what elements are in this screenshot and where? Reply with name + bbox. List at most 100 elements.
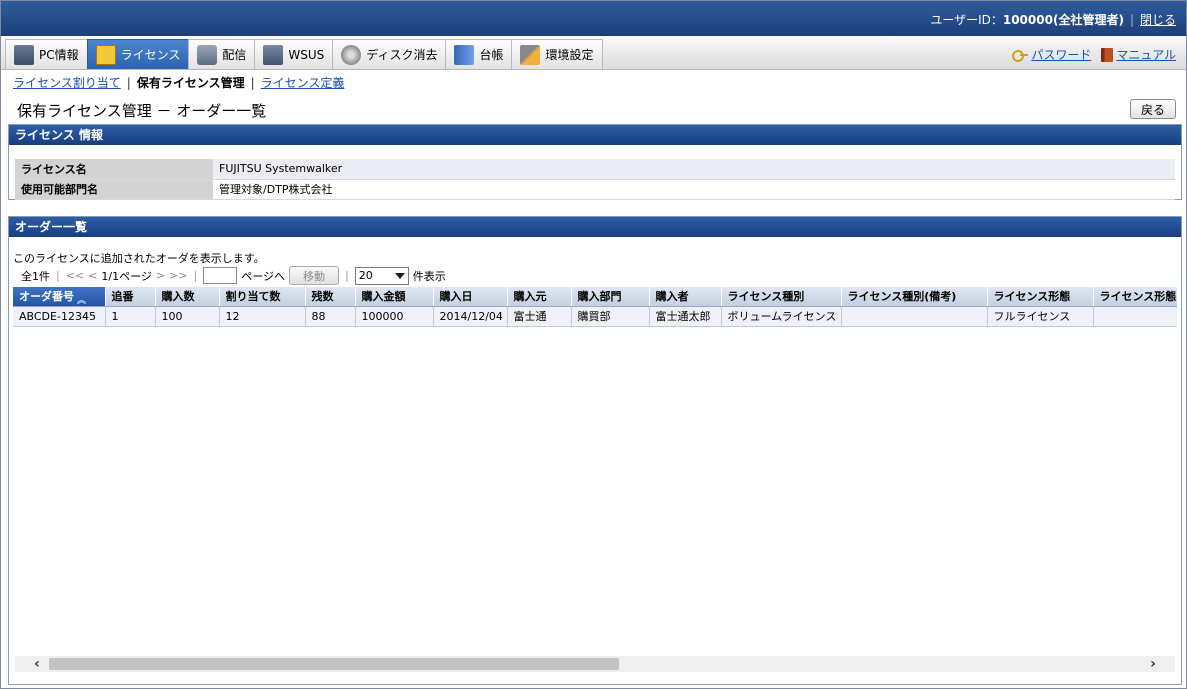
tab-label: 環境設定: [545, 48, 594, 62]
subnav-license-manage: 保有ライセンス管理: [136, 76, 245, 90]
column-header-amount[interactable]: 購入金額: [355, 287, 434, 307]
cell-remaining: 88: [305, 306, 356, 327]
column-header-order-no[interactable]: オーダ番号 ︽: [13, 287, 106, 307]
user-id-label: ユーザーID：: [930, 13, 1003, 27]
page-number-input[interactable]: [203, 267, 238, 284]
cell-license-type-note: [841, 306, 988, 327]
book-icon: [1101, 47, 1114, 62]
cell-seq: 1: [105, 306, 156, 327]
column-label: オーダ番号: [19, 290, 74, 304]
info-value: FUJITSU Systemwalker: [213, 159, 1175, 180]
column-header-purchase-qty[interactable]: 購入数: [155, 287, 220, 307]
tab-pc-info[interactable]: PC情報: [5, 39, 88, 69]
order-table: オーダ番号 ︽ 追番 購入数 割り当て数 残数 購入金額 購入日 購入元 購入部門…: [13, 287, 1177, 327]
scroll-left-icon[interactable]: ‹: [29, 656, 45, 672]
prev-page-link[interactable]: <: [88, 269, 97, 282]
info-value: 管理対象/DTP株式会社: [213, 179, 1175, 200]
column-header-seq[interactable]: 追番: [105, 287, 156, 307]
per-page-suffix: 件表示: [412, 269, 446, 283]
license-info-table: ライセンス名 FUJITSU Systemwalker 使用可能部門名 管理対象…: [15, 159, 1175, 200]
user-info: ユーザーID：100000(全社管理者) | 閉じる: [930, 11, 1176, 28]
close-link[interactable]: 閉じる: [1140, 13, 1176, 27]
tab-ledger[interactable]: 台帳: [445, 39, 513, 69]
tab-label: ディスク消去: [366, 48, 438, 62]
last-page-link[interactable]: >>: [169, 269, 187, 282]
chevron-down-icon: [394, 272, 405, 279]
separator: |: [345, 269, 349, 282]
column-header-license-type-note[interactable]: ライセンス種別(備考): [841, 287, 988, 307]
column-header-vendor[interactable]: 購入元: [507, 287, 572, 307]
tab-wsus[interactable]: WSUS: [254, 39, 334, 69]
column-header-remaining[interactable]: 残数: [305, 287, 356, 307]
distribution-icon: [197, 44, 218, 65]
tab-label: 台帳: [479, 48, 504, 62]
sort-ascending-icon: ︽: [77, 295, 87, 306]
scroll-right-icon[interactable]: ›: [1145, 656, 1161, 672]
pc-icon: [14, 44, 34, 65]
separator: |: [126, 76, 131, 90]
subnav-license-assign[interactable]: ライセンス割り当て: [13, 76, 121, 90]
total-count: 全1件: [21, 269, 50, 283]
sub-navigation: ライセンス割り当て | 保有ライセンス管理 | ライセンス定義: [13, 74, 344, 91]
scrollbar-thumb[interactable]: [49, 658, 619, 670]
page-info: 1/1ページ: [101, 269, 152, 283]
tab-label: ライセンス: [120, 48, 181, 62]
tab-settings[interactable]: 環境設定: [511, 39, 603, 69]
manual-label: マニュアル: [1116, 48, 1176, 62]
tab-license[interactable]: ライセンス: [86, 39, 190, 69]
back-button[interactable]: 戻る: [1130, 99, 1176, 119]
separator: |: [56, 269, 60, 282]
cell-license-form-2: [1093, 306, 1177, 327]
column-header-purchase-date[interactable]: 購入日: [433, 287, 508, 307]
cell-purchase-qty: 100: [155, 306, 220, 327]
first-page-link[interactable]: <<: [66, 269, 84, 282]
panel-title: オーダー一覧: [9, 217, 1181, 237]
cell-amount: 100000: [355, 306, 434, 327]
tab-disk-erase[interactable]: ディスク消去: [332, 39, 447, 69]
cell-license-type: ボリュームライセンス: [721, 306, 842, 327]
column-header-license-form[interactable]: ライセンス形態: [987, 287, 1094, 307]
column-header-department[interactable]: 購入部門: [571, 287, 650, 307]
tab-label: PC情報: [39, 48, 79, 62]
order-list-panel: オーダー一覧 このライセンスに追加されたオーダを表示します。 全1件 | << …: [8, 216, 1182, 685]
horizontal-scrollbar[interactable]: ‹ ›: [15, 656, 1175, 672]
subnav-license-define[interactable]: ライセンス定義: [261, 76, 345, 90]
column-header-purchaser[interactable]: 購入者: [649, 287, 722, 307]
settings-tools-icon: [520, 44, 541, 65]
move-button[interactable]: 移動: [289, 266, 340, 285]
separator: |: [193, 269, 198, 282]
cell-purchaser: 富士通太郎: [649, 306, 722, 327]
user-id-value: 100000(全社管理者): [1002, 13, 1124, 27]
key-icon: [1012, 48, 1029, 62]
column-header-license-type[interactable]: ライセンス種別: [721, 287, 842, 307]
wsus-icon: [263, 44, 284, 65]
license-icon: [95, 44, 116, 65]
top-bar: ユーザーID：100000(全社管理者) | 閉じる: [1, 1, 1186, 36]
info-key: 使用可能部門名: [15, 179, 213, 200]
password-link[interactable]: パスワード: [1012, 46, 1091, 63]
disk-erase-icon: [341, 44, 362, 65]
app-window: ユーザーID：100000(全社管理者) | 閉じる PC情報 ライセンス 配信 W…: [0, 0, 1187, 689]
next-page-link[interactable]: >: [156, 269, 165, 282]
tab-bar: PC情報 ライセンス 配信 WSUS ディスク消去 台帳 環境設定 パスワード …: [1, 36, 1186, 70]
manual-link[interactable]: マニュアル: [1101, 46, 1176, 63]
tab-distribution[interactable]: 配信: [188, 39, 256, 69]
license-info-panel: ライセンス 情報 ライセンス名 FUJITSU Systemwalker 使用可…: [8, 124, 1182, 200]
table-header-row: オーダ番号 ︽ 追番 購入数 割り当て数 残数 購入金額 購入日 購入元 購入部門…: [13, 287, 1177, 307]
ledger-icon: [454, 44, 475, 65]
utility-links: パスワード マニュアル: [1012, 46, 1176, 63]
password-label: パスワード: [1031, 48, 1092, 62]
order-grid[interactable]: オーダ番号 ︽ 追番 購入数 割り当て数 残数 購入金額 購入日 購入元 購入部門…: [13, 287, 1177, 655]
table-row[interactable]: ABCDE-12345 1 100 12 88 100000 2014/12/0…: [13, 306, 1177, 327]
per-page-select[interactable]: 20: [354, 266, 409, 285]
pager: 全1件 | << < 1/1ページ > >> | ページへ 移動 | 20 件表…: [21, 266, 446, 285]
column-header-assigned-qty[interactable]: 割り当て数: [219, 287, 306, 307]
column-header-license-form-2[interactable]: ライセンス形態: [1093, 287, 1177, 307]
separator: |: [250, 76, 255, 90]
tab-label: WSUS: [288, 47, 325, 62]
tab-label: 配信: [222, 48, 247, 62]
cell-vendor: 富士通: [507, 306, 572, 327]
cell-order-no: ABCDE-12345: [13, 306, 106, 327]
cell-license-form: フルライセンス: [987, 306, 1094, 327]
per-page-value: 20: [358, 269, 373, 282]
